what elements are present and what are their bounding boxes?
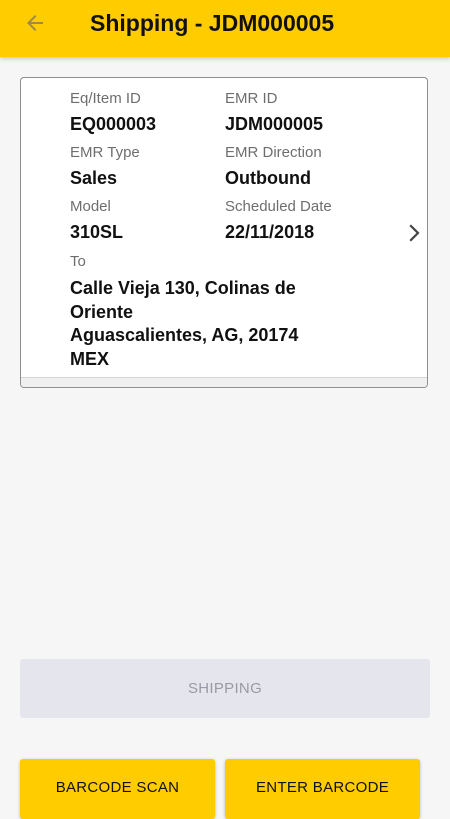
address-line: Oriente [70, 301, 134, 322]
app-bar: Shipping - JDM000005 [0, 0, 450, 57]
arrow-left-icon [27, 15, 43, 31]
eq-item-id-label: Eq/Item ID [70, 90, 141, 107]
scheduled-date-label: Scheduled Date [225, 198, 332, 215]
model-value: 310SL [70, 222, 124, 242]
eq-item-id-field: Eq/Item ID EQ000003 [70, 90, 156, 135]
emr-id-label: EMR ID [225, 90, 278, 107]
emr-type-label: EMR Type [70, 144, 140, 161]
back-button[interactable] [18, 8, 52, 38]
model-label: Model [70, 198, 111, 215]
emr-type-value: Sales [70, 168, 118, 188]
model-field: Model 310SL [70, 198, 123, 243]
emr-direction-value: Outbound [225, 168, 311, 188]
scheduled-date-value: 22/11/2018 [225, 222, 315, 242]
address-line: MEX [70, 348, 110, 369]
to-address-field: To Calle Vieja 130, Colinas de Oriente A… [70, 253, 298, 371]
enter-barcode-button[interactable]: ENTER BARCODE [225, 759, 420, 819]
address-line: Aguascalientes, AG, 20174 [70, 325, 299, 345]
card-divider [21, 377, 427, 387]
address-block: Calle Vieja 130, Colinas de Oriente Agua… [70, 277, 298, 371]
emr-direction-field: EMR Direction Outbound [225, 144, 322, 189]
emr-id-value: JDM000005 [225, 114, 324, 134]
barcode-scan-button[interactable]: BARCODE SCAN [20, 759, 215, 819]
emr-id-field: EMR ID JDM000005 [225, 90, 323, 135]
shipping-button[interactable]: SHIPPING [20, 659, 430, 718]
page-title: Shipping - JDM000005 [90, 10, 335, 36]
to-label: To [70, 253, 86, 270]
shipment-card[interactable]: Eq/Item ID EQ000003 EMR ID JDM000005 EMR… [20, 77, 428, 388]
address-line: Calle Vieja 130, Colinas de [70, 278, 296, 298]
eq-item-id-value: EQ000003 [70, 114, 157, 134]
emr-direction-label: EMR Direction [225, 144, 322, 161]
chevron-right-icon[interactable] [407, 224, 421, 242]
scheduled-date-field: Scheduled Date 22/11/2018 [225, 198, 332, 243]
emr-type-field: EMR Type Sales [70, 144, 140, 189]
